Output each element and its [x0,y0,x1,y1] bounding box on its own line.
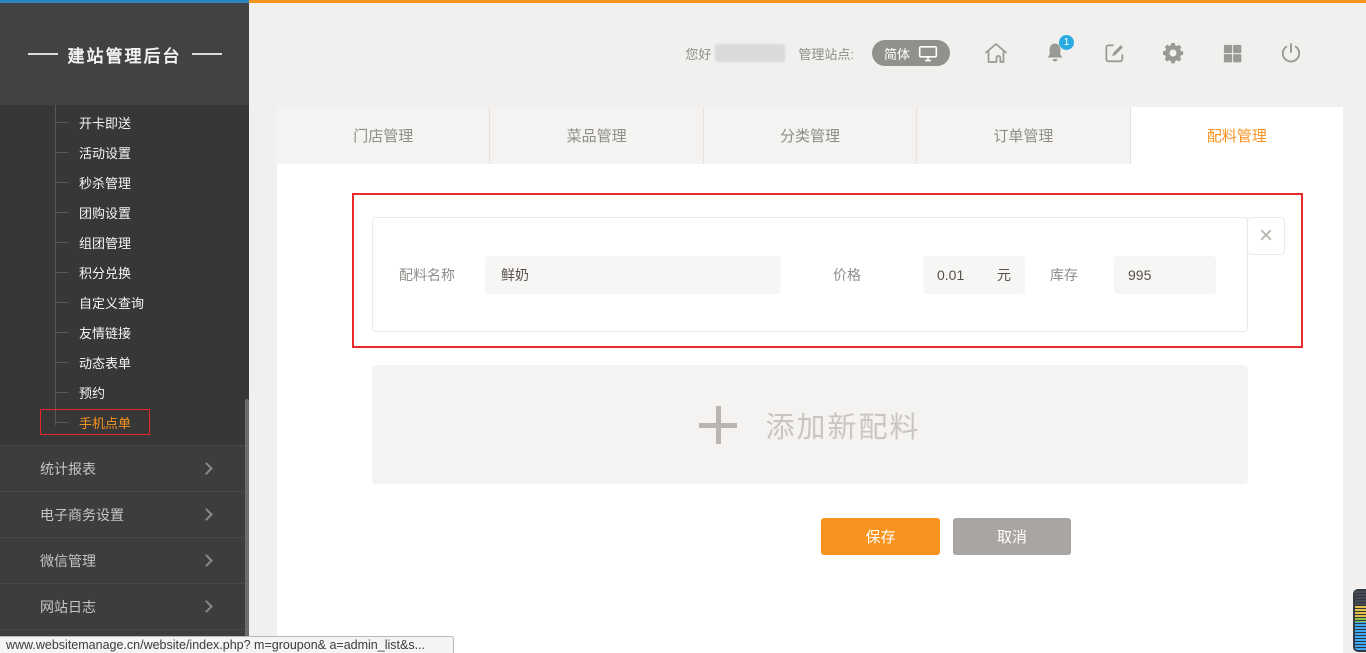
price-input[interactable]: 0.01 元 [923,256,1025,294]
sidebar-item-friend-links[interactable]: 友情链接 [0,317,249,347]
tab-bar: 门店管理 菜品管理 分类管理 订单管理 配料管理 [277,107,1343,164]
language-site-button[interactable]: 简体 [872,40,950,66]
username-redacted [715,44,785,62]
sidebar-item-label: 预约 [79,383,105,402]
language-pill-label: 简体 [884,44,910,63]
sidebar-item-points-exchange[interactable]: 积分兑换 [0,257,249,287]
tab-dish-management[interactable]: 菜品管理 [490,107,703,164]
sidebar-item-label: 动态表单 [79,353,131,372]
ingredient-name-label: 配料名称 [399,265,455,285]
manage-site-label: 管理站点: [798,44,854,63]
tab-category-management[interactable]: 分类管理 [704,107,917,164]
close-icon: × [1259,222,1273,249]
sidebar-item-dynamic-form[interactable]: 动态表单 [0,347,249,377]
sidebar-item-group-buy[interactable]: 团购设置 [0,197,249,227]
sidebar-item-mobile-ordering[interactable]: 手机点单 [0,407,249,437]
tab-label: 菜品管理 [567,125,627,146]
sidebar-section-label: 统计报表 [40,459,96,479]
notification-badge: 1 [1059,35,1074,50]
stock-input[interactable] [1114,256,1216,294]
cancel-button[interactable]: 取消 [953,518,1071,555]
add-ingredient-label: 添加新配料 [765,404,920,446]
sidebar-item-wechat-manage[interactable]: 微信管理 [0,537,249,583]
ingredient-name-input[interactable] [485,256,781,294]
chevron-right-icon [200,462,213,475]
main-content: 配料名称 价格 0.01 元 库存 × 添加新配料 保存 取消 [277,164,1343,653]
sidebar-item-label: 秒杀管理 [79,173,131,192]
tab-label: 配料管理 [1207,125,1267,146]
sidebar-submenu: 开卡即送 活动设置 秒杀管理 团购设置 组团管理 积分兑换 自定义查询 友情链接… [0,105,249,445]
plus-icon [699,406,737,444]
price-unit: 元 [997,265,1011,285]
sidebar-title: 建站管理后台 [0,3,249,105]
edit-icon[interactable] [1101,40,1127,66]
ingredient-card: 配料名称 价格 0.01 元 库存 [372,217,1248,332]
chevron-right-icon [200,508,213,521]
sidebar-item-activity-settings[interactable]: 活动设置 [0,137,249,167]
tab-label: 订单管理 [993,125,1053,146]
add-ingredient-button[interactable]: 添加新配料 [372,365,1248,484]
sidebar-item-custom-query[interactable]: 自定义查询 [0,287,249,317]
tab-label: 分类管理 [780,125,840,146]
sidebar-item-label: 开卡即送 [79,113,131,132]
sidebar-item-label: 积分兑换 [79,263,131,282]
annotation-red-box-sidebar [40,409,150,435]
sidebar-item-label: 友情链接 [79,323,131,342]
tab-label: 门店管理 [353,125,413,146]
remove-ingredient-button[interactable]: × [1247,217,1285,255]
tab-ingredient-management[interactable]: 配料管理 [1131,107,1343,164]
status-url-tooltip: www.websitemanage.cn/website/index.php? … [0,636,454,653]
tab-order-management[interactable]: 订单管理 [917,107,1130,164]
bell-icon[interactable]: 1 [1042,40,1068,66]
sidebar-item-label: 自定义查询 [79,293,144,312]
greeting-text: 您好 [685,44,711,63]
sidebar-scrollbar[interactable] [245,399,249,640]
gear-icon[interactable] [1160,40,1186,66]
sidebar-item-group-manage[interactable]: 组团管理 [0,227,249,257]
power-icon[interactable] [1278,40,1304,66]
sidebar-item-label: 活动设置 [79,143,131,162]
sidebar-section-label: 网站日志 [40,597,96,617]
sidebar-section-label: 电子商务设置 [40,505,124,525]
admin-page: 建站管理后台 开卡即送 活动设置 秒杀管理 团购设置 组团管理 积分兑换 自定义… [0,0,1366,653]
price-label: 价格 [833,265,861,285]
header: 您好 管理站点: 简体 1 [249,31,1366,75]
sidebar-item-statistics[interactable]: 统计报表 [0,445,249,491]
sidebar-item-card-gift[interactable]: 开卡即送 [0,107,249,137]
home-icon[interactable] [983,40,1009,66]
sidebar-item-site-logs[interactable]: 网站日志 [0,583,249,629]
sidebar-item-ecommerce-settings[interactable]: 电子商务设置 [0,491,249,537]
level-meter-widget [1355,591,1366,650]
sidebar-sections: 统计报表 电子商务设置 微信管理 网站日志 [0,445,249,629]
save-button[interactable]: 保存 [821,518,940,555]
price-value: 0.01 [937,267,964,283]
stock-label: 库存 [1050,265,1078,285]
chevron-right-icon [200,600,213,613]
chevron-right-icon [200,554,213,567]
sidebar: 建站管理后台 开卡即送 活动设置 秒杀管理 团购设置 组团管理 积分兑换 自定义… [0,3,249,653]
top-strip-orange [249,0,1366,3]
monitor-icon [918,45,938,62]
sidebar-item-reservation[interactable]: 预约 [0,377,249,407]
sidebar-item-label: 团购设置 [79,203,131,222]
sidebar-section-label: 微信管理 [40,551,96,571]
apps-grid-icon[interactable] [1219,40,1245,66]
tab-store-management[interactable]: 门店管理 [277,107,490,164]
sidebar-item-flash-sale[interactable]: 秒杀管理 [0,167,249,197]
sidebar-item-label: 组团管理 [79,233,131,252]
